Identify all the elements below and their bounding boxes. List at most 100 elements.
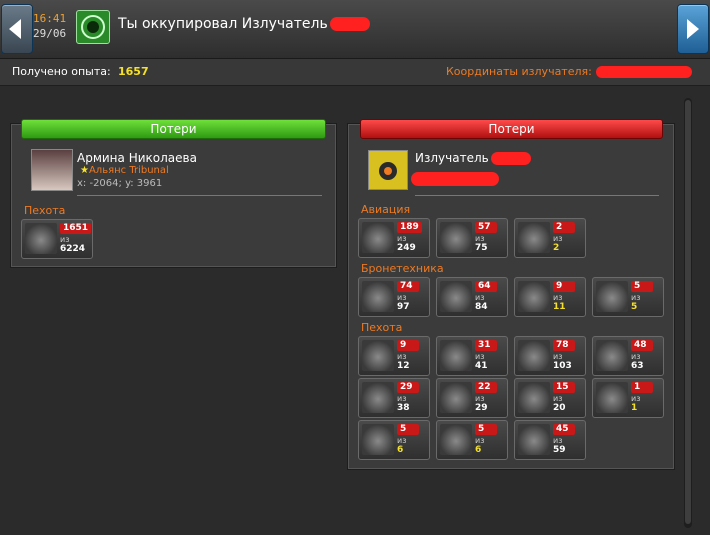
unit-icon (518, 281, 550, 312)
message-time: 16:41 (33, 12, 67, 25)
prev-button[interactable] (1, 4, 33, 54)
unit-icon (518, 382, 550, 413)
of-label: из (60, 235, 70, 244)
unit-icon (518, 424, 550, 455)
units-lost: 48 (631, 340, 653, 351)
defender-panel: Потери Излучатель Авиация Бронетехника П… (348, 119, 674, 469)
units-total: 6 (475, 445, 482, 455)
unit-icon (25, 223, 57, 254)
unit-icon (440, 424, 472, 455)
units-lost: 189 (397, 222, 422, 233)
of-label: из (475, 234, 485, 243)
unit-card[interactable]: 1 из 1 (592, 378, 664, 418)
message-date: 29/06 (33, 27, 67, 40)
of-label: из (475, 436, 485, 445)
of-label: из (553, 436, 563, 445)
unit-icon (440, 222, 472, 253)
units-lost: 15 (553, 382, 575, 393)
units-lost: 5 (397, 424, 419, 435)
alliance-label[interactable]: ★Альянс Tribunal (80, 165, 169, 176)
unit-card[interactable]: 5 из 6 (436, 420, 508, 460)
unit-card[interactable]: 1651 из 6224 (21, 219, 93, 259)
unit-icon (362, 340, 394, 371)
of-label: из (553, 352, 563, 361)
of-label: из (397, 234, 407, 243)
unit-icon (440, 340, 472, 371)
experience-label: Получено опыта: (12, 65, 111, 78)
units-lost: 1651 (60, 223, 92, 234)
unit-card[interactable]: 15 из 20 (514, 378, 586, 418)
chevron-left-icon (9, 19, 21, 39)
next-button[interactable] (677, 4, 709, 54)
message-title: Ты оккупировал Излучатель (118, 16, 370, 32)
coords-label: Координаты излучателя: (446, 65, 692, 78)
units-lost: 22 (475, 382, 497, 393)
section-title: Пехота (361, 321, 403, 334)
of-label: из (397, 352, 407, 361)
of-label: из (631, 293, 641, 302)
unit-icon (440, 382, 472, 413)
attacker-panel: Потери Армина Николаева ★Альянс Tribunal… (11, 119, 336, 267)
target-name: Излучатель (415, 151, 531, 165)
units-lost: 1 (631, 382, 653, 393)
units-lost: 57 (475, 222, 497, 233)
of-label: из (631, 394, 641, 403)
unit-card[interactable]: 9 из 12 (358, 336, 430, 376)
units-lost: 74 (397, 281, 419, 292)
experience-bar: Получено опыта: 1657 Координаты излучате… (0, 59, 710, 86)
units-total: 63 (631, 361, 644, 371)
units-total: 249 (397, 243, 416, 253)
units-lost: 9 (397, 340, 419, 351)
units-total: 97 (397, 302, 410, 312)
scrollbar[interactable] (684, 98, 692, 528)
units-lost: 31 (475, 340, 497, 351)
unit-card[interactable]: 78 из 103 (514, 336, 586, 376)
unit-card[interactable]: 9 из 11 (514, 277, 586, 317)
units-total: 6 (397, 445, 404, 455)
unit-card[interactable]: 2 из 2 (514, 218, 586, 258)
player-coords: x: -2064; y: 3961 (77, 178, 163, 189)
defender-losses-header: Потери (360, 119, 663, 139)
unit-card[interactable]: 189 из 249 (358, 218, 430, 258)
units-lost: 64 (475, 281, 497, 292)
redaction-mark (411, 172, 499, 186)
redaction-mark (490, 152, 531, 165)
avatar[interactable] (31, 149, 73, 191)
section-title: Бронетехника (361, 262, 444, 275)
units-total: 41 (475, 361, 488, 371)
scroll-thumb[interactable] (685, 100, 691, 524)
coords-label-text: Координаты излучателя: (446, 65, 592, 78)
header-bar: 16:41 29/06 Ты оккупировал Излучатель (0, 0, 710, 59)
unit-card[interactable]: 29 из 38 (358, 378, 430, 418)
star-icon: ★ (80, 165, 89, 176)
of-label: из (397, 293, 407, 302)
units-lost: 9 (553, 281, 575, 292)
unit-card[interactable]: 5 из 6 (358, 420, 430, 460)
player-name[interactable]: Армина Николаева (77, 151, 197, 165)
chevron-right-icon (687, 19, 699, 39)
unit-icon (596, 382, 628, 413)
unit-card[interactable]: 5 из 5 (592, 277, 664, 317)
unit-card[interactable]: 22 из 29 (436, 378, 508, 418)
units-total: 12 (397, 361, 410, 371)
unit-card[interactable]: 64 из 84 (436, 277, 508, 317)
unit-icon (362, 382, 394, 413)
unit-icon (596, 340, 628, 371)
units-total: 103 (553, 361, 572, 371)
unit-icon (440, 281, 472, 312)
unit-card[interactable]: 45 из 59 (514, 420, 586, 460)
unit-card[interactable]: 48 из 63 (592, 336, 664, 376)
experience-value: 1657 (118, 65, 149, 78)
units-total: 59 (553, 445, 566, 455)
of-label: из (553, 293, 563, 302)
of-label: из (397, 436, 407, 445)
units-total: 11 (553, 302, 566, 312)
unit-icon (596, 281, 628, 312)
units-total: 75 (475, 243, 488, 253)
units-total: 5 (631, 302, 638, 312)
unit-card[interactable]: 57 из 75 (436, 218, 508, 258)
of-label: из (631, 352, 641, 361)
unit-card[interactable]: 74 из 97 (358, 277, 430, 317)
unit-card[interactable]: 31 из 41 (436, 336, 508, 376)
unit-icon (362, 424, 394, 455)
